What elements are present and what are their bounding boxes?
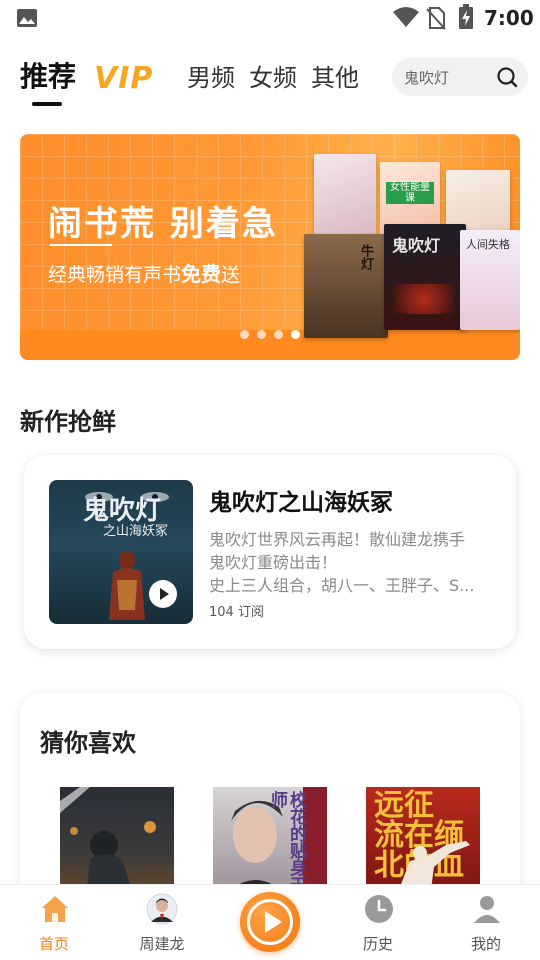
cover-figure-art	[109, 551, 145, 620]
banner-book-art	[394, 284, 454, 314]
nav-history-label: 历史	[362, 935, 393, 953]
book-description-line: 鬼吹灯世界风云再起！散仙建龙携手	[209, 530, 466, 549]
new-section-title: 新作抢鲜	[20, 408, 116, 436]
cover-soldier-art	[60, 787, 156, 897]
no-sim-icon	[426, 7, 446, 30]
wifi-icon	[393, 7, 419, 27]
book-description: 鬼吹灯世界风云再起！散仙建龙携手 鬼吹灯重磅出击！ 史上三人组合，胡八一、王胖子…	[209, 528, 495, 597]
banner-book-cover: 牛灯	[304, 234, 388, 338]
nav-profile-person[interactable]: 周建龙	[112, 885, 212, 960]
tab-recommend[interactable]: 推荐	[20, 55, 76, 95]
clock-icon	[365, 895, 393, 923]
banner-dot[interactable]	[274, 330, 283, 339]
tab-male[interactable]: 男频	[187, 58, 235, 93]
play-icon[interactable]	[149, 580, 177, 608]
banner-sub-suffix: 送	[221, 264, 241, 286]
subscription-count: 104 订阅	[209, 605, 264, 620]
banner-dot[interactable]	[257, 330, 266, 339]
new-book-card[interactable]: 鬼吹灯 之山海妖冢 鬼吹灯之山海妖冢 鬼吹灯世界风云再起！散仙建龙携手 鬼吹灯重…	[24, 455, 516, 649]
banner-divider	[50, 244, 112, 246]
play-icon	[265, 911, 282, 933]
promo-banner[interactable]: 闹书荒 别着急 经典畅销有声书免费送 女性能量课 牛灯 鬼吹灯 人间失格	[20, 134, 520, 360]
book-title[interactable]: 鬼吹灯之山海妖冢	[209, 483, 393, 517]
nav-history[interactable]: 历史	[328, 885, 428, 960]
image-notification-icon	[17, 9, 37, 27]
banner-book-title: 女性能量课	[386, 182, 434, 204]
recommend-book-cover[interactable]: 远征 流在缅北的血	[366, 787, 480, 897]
search-icon[interactable]	[496, 66, 518, 88]
banner-sub-prefix: 经典畅销有声书	[48, 264, 182, 286]
status-time: 7:00	[484, 6, 534, 30]
nav-home[interactable]: 首页	[4, 885, 104, 960]
banner-book-title: 鬼吹灯	[392, 236, 441, 255]
tab-female[interactable]: 女频	[249, 58, 297, 93]
banner-book-title: 人间失格	[466, 238, 510, 251]
banner-book-stack: 女性能量课 牛灯 鬼吹灯 人间失格	[284, 134, 520, 360]
recommend-book-title: 校花的贴身天师	[267, 791, 306, 893]
book-description-line: 鬼吹灯重磅出击！	[209, 553, 338, 572]
recommend-book-cover[interactable]: 校花的贴身天师	[213, 787, 327, 897]
search-input[interactable]: 鬼吹灯	[392, 58, 528, 96]
banner-book-cover: 人间失格	[460, 230, 520, 330]
player-button[interactable]	[240, 892, 300, 952]
search-placeholder: 鬼吹灯	[404, 69, 450, 87]
battery-charging-icon	[459, 4, 473, 29]
vip-logo-text: VIP	[94, 61, 153, 94]
cover-subtitle: 之山海妖冢	[103, 524, 169, 539]
banner-subtitle: 经典畅销有声书免费送	[48, 258, 240, 287]
home-icon	[42, 896, 68, 922]
cover-soldier-silhouette-art	[396, 841, 470, 897]
nav-home-label: 首页	[38, 935, 69, 953]
status-bar: 7:00	[0, 0, 540, 36]
active-tab-indicator	[32, 102, 62, 106]
tab-other[interactable]: 其他	[311, 58, 359, 93]
avatar	[146, 893, 178, 925]
guess-section-title: 猜你喜欢	[40, 729, 136, 757]
recommend-book-cover[interactable]	[60, 787, 174, 897]
book-cover[interactable]: 鬼吹灯 之山海妖冢	[49, 480, 193, 624]
nav-profile-person-label: 周建龙	[139, 935, 185, 953]
tab-vip[interactable]: VIP	[92, 60, 172, 94]
banner-book-title: 牛灯	[358, 244, 373, 270]
banner-book-cover: 鬼吹灯	[384, 224, 466, 330]
banner-book-cover	[314, 154, 376, 238]
banner-dot[interactable]	[291, 330, 300, 339]
banner-dot[interactable]	[240, 330, 249, 339]
banner-headline: 闹书荒 别着急	[48, 204, 278, 244]
nav-mine-label: 我的	[470, 935, 501, 953]
banner-pagination	[240, 330, 304, 340]
recommend-card: 猜你喜欢 校花的贴身天师 远征 流在缅北的血	[20, 693, 520, 913]
nav-mine[interactable]: 我的	[436, 885, 536, 960]
user-icon	[474, 896, 500, 923]
book-description-line: 史上三人组合，胡八一、王胖子、S...	[209, 576, 475, 595]
banner-sub-free: 免费	[181, 262, 222, 286]
